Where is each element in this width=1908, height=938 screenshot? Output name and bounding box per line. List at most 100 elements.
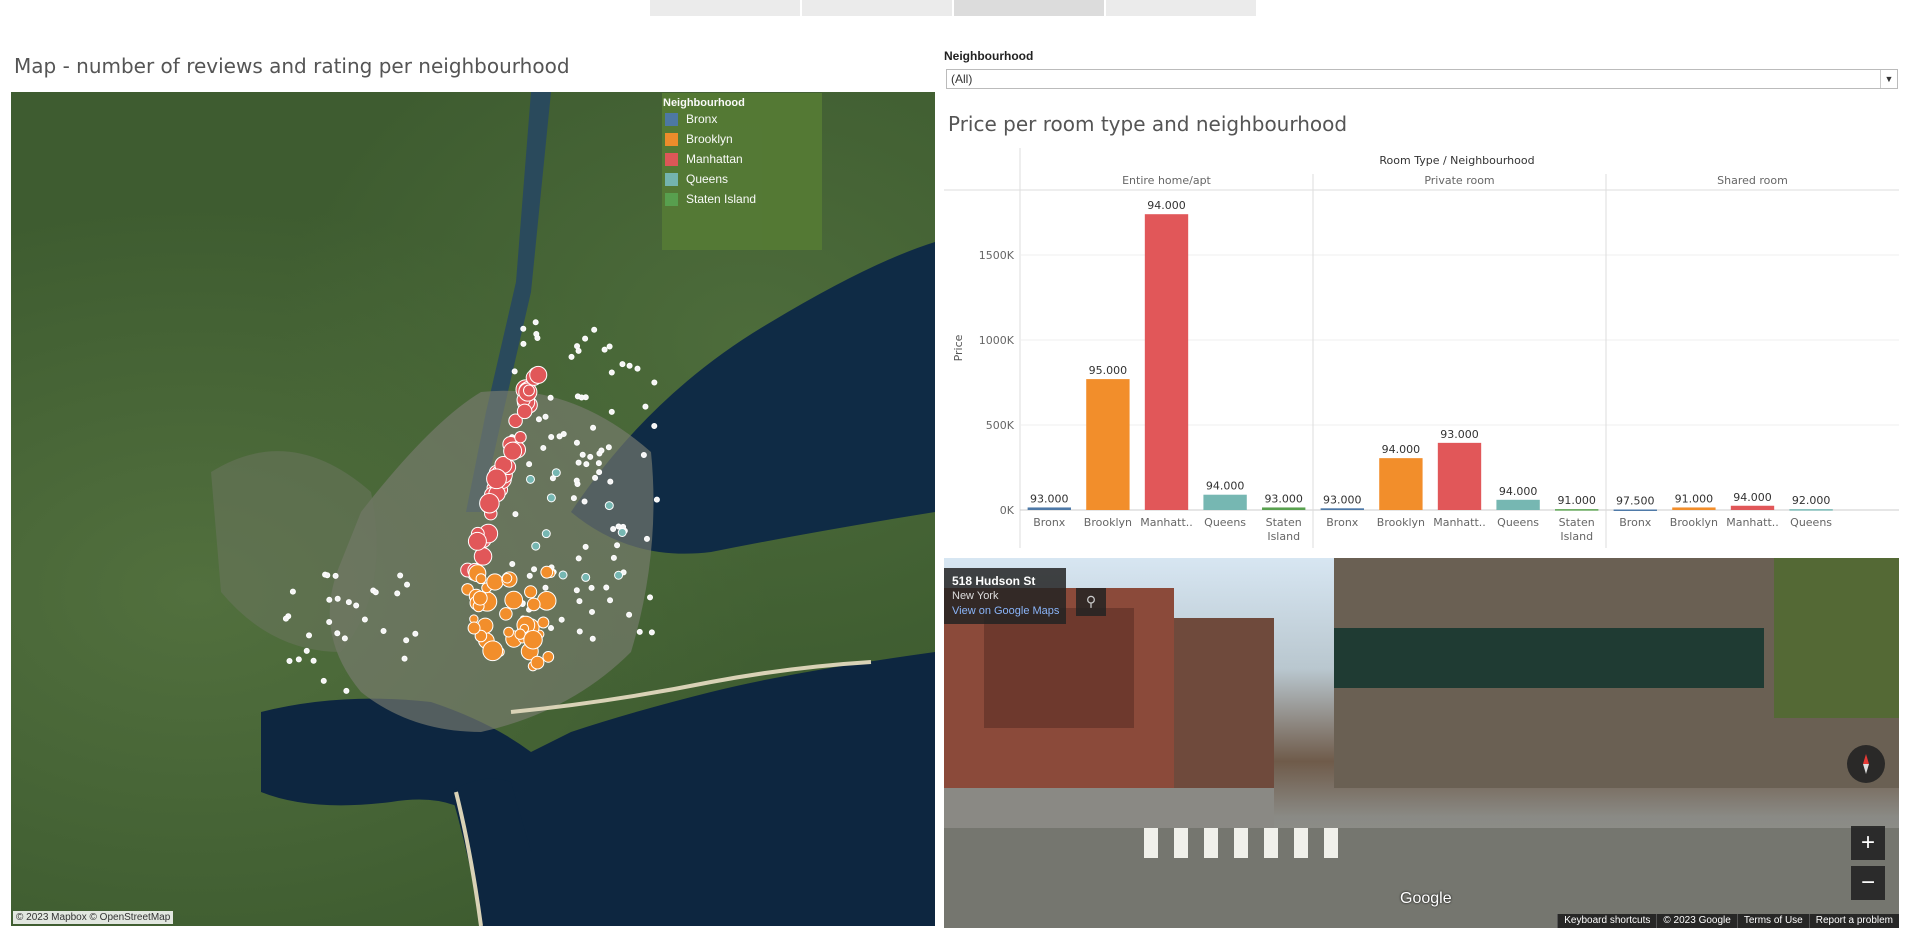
map-point[interactable] bbox=[634, 365, 641, 372]
map-point[interactable] bbox=[589, 635, 596, 642]
map-point[interactable] bbox=[403, 637, 410, 644]
map-point[interactable] bbox=[289, 588, 296, 595]
map-point[interactable] bbox=[334, 630, 341, 637]
map-point[interactable] bbox=[610, 554, 617, 561]
map-point[interactable] bbox=[540, 444, 547, 451]
map-point[interactable] bbox=[591, 326, 598, 333]
map-point[interactable] bbox=[372, 589, 379, 596]
map-point[interactable] bbox=[581, 572, 591, 582]
map-point[interactable] bbox=[531, 541, 541, 551]
map-point[interactable] bbox=[482, 640, 504, 662]
keyboard-shortcuts-link[interactable]: Keyboard shortcuts bbox=[1557, 914, 1656, 928]
map-pin-icon[interactable]: ⚲ bbox=[1076, 588, 1106, 616]
map-point[interactable] bbox=[601, 346, 608, 353]
map-point[interactable] bbox=[479, 493, 500, 514]
map-point[interactable] bbox=[642, 403, 649, 410]
map[interactable]: Neighbourhood Bronx Brooklyn Manhattan Q… bbox=[11, 92, 935, 926]
map-point[interactable] bbox=[615, 523, 622, 530]
map-point[interactable] bbox=[607, 478, 614, 485]
tab-3[interactable] bbox=[954, 0, 1106, 16]
legend-item-bronx[interactable]: Bronx bbox=[662, 109, 822, 129]
map-point[interactable] bbox=[353, 602, 360, 609]
map-point[interactable] bbox=[582, 335, 589, 342]
legend-item-staten-island[interactable]: Staten Island bbox=[662, 189, 822, 209]
map-point[interactable] bbox=[582, 543, 589, 550]
map-point[interactable] bbox=[576, 598, 583, 605]
map-point[interactable] bbox=[614, 570, 624, 580]
map-point[interactable] bbox=[306, 632, 313, 639]
terms-of-use-link[interactable]: Terms of Use bbox=[1736, 914, 1809, 928]
map-point[interactable] bbox=[529, 365, 548, 384]
map-point[interactable] bbox=[361, 616, 368, 623]
map-point[interactable] bbox=[394, 590, 401, 597]
map-point[interactable] bbox=[540, 565, 554, 579]
map-point[interactable] bbox=[617, 528, 627, 538]
map-point[interactable] bbox=[643, 535, 650, 542]
map-point[interactable] bbox=[574, 343, 581, 350]
map-point[interactable] bbox=[607, 597, 614, 604]
map-point[interactable] bbox=[286, 657, 293, 664]
map-point[interactable] bbox=[397, 572, 404, 579]
compass-icon[interactable] bbox=[1847, 745, 1885, 783]
map-point[interactable] bbox=[520, 325, 527, 332]
map-point[interactable] bbox=[610, 526, 617, 533]
map-point[interactable] bbox=[614, 542, 621, 549]
map-point[interactable] bbox=[619, 361, 626, 368]
map-point[interactable] bbox=[467, 531, 487, 551]
tab-2[interactable] bbox=[802, 0, 954, 16]
map-point[interactable] bbox=[608, 408, 615, 415]
map-point[interactable] bbox=[570, 495, 577, 502]
map-point[interactable] bbox=[576, 628, 583, 635]
map-point[interactable] bbox=[583, 461, 590, 468]
map-point[interactable] bbox=[596, 469, 603, 476]
map-point[interactable] bbox=[524, 585, 538, 599]
map-point[interactable] bbox=[542, 651, 555, 663]
map-point[interactable] bbox=[558, 570, 568, 580]
map-point[interactable] bbox=[575, 459, 582, 466]
map-point[interactable] bbox=[523, 384, 535, 397]
neighbourhood-filter-select[interactable]: (All) ▼ bbox=[946, 69, 1898, 89]
map-point[interactable] bbox=[588, 584, 595, 591]
map-point[interactable] bbox=[404, 581, 411, 588]
map-point[interactable] bbox=[504, 590, 524, 610]
map-point[interactable] bbox=[605, 444, 612, 451]
map-point[interactable] bbox=[536, 591, 557, 611]
map-point[interactable] bbox=[581, 498, 588, 505]
map-point[interactable] bbox=[541, 529, 551, 539]
map-point[interactable] bbox=[608, 369, 615, 376]
map-point[interactable] bbox=[332, 572, 339, 579]
map-point[interactable] bbox=[503, 441, 523, 461]
map-point[interactable] bbox=[523, 630, 543, 650]
map-point[interactable] bbox=[343, 687, 350, 694]
map-point[interactable] bbox=[648, 629, 655, 636]
map-point[interactable] bbox=[380, 628, 387, 635]
map-point[interactable] bbox=[651, 422, 658, 429]
map-point[interactable] bbox=[651, 379, 658, 386]
map-point[interactable] bbox=[401, 655, 408, 662]
chevron-down-icon[interactable]: ▼ bbox=[1880, 70, 1897, 88]
street-view[interactable]: 518 Hudson St New York View on Google Ma… bbox=[944, 558, 1899, 928]
map-point[interactable] bbox=[526, 597, 541, 612]
map-point[interactable] bbox=[573, 587, 580, 594]
map-point[interactable] bbox=[282, 615, 289, 622]
map-point[interactable] bbox=[531, 566, 538, 573]
map-point[interactable] bbox=[640, 452, 647, 459]
map-point[interactable] bbox=[334, 595, 341, 602]
map-point[interactable] bbox=[579, 451, 586, 458]
map-point[interactable] bbox=[542, 413, 549, 420]
map-point[interactable] bbox=[548, 434, 555, 441]
map-point[interactable] bbox=[588, 608, 595, 615]
map-point[interactable] bbox=[573, 477, 580, 484]
map-point[interactable] bbox=[486, 573, 504, 591]
legend-item-queens[interactable]: Queens bbox=[662, 169, 822, 189]
report-problem-link[interactable]: Report a problem bbox=[1808, 914, 1899, 928]
map-point[interactable] bbox=[626, 362, 633, 369]
map-point[interactable] bbox=[499, 607, 513, 621]
map-point[interactable] bbox=[551, 468, 561, 478]
map-point[interactable] bbox=[310, 657, 317, 664]
map-point[interactable] bbox=[530, 655, 545, 670]
map-point[interactable] bbox=[341, 635, 348, 642]
map-point[interactable] bbox=[295, 656, 302, 663]
map-point[interactable] bbox=[324, 572, 331, 579]
map-point[interactable] bbox=[525, 474, 535, 484]
